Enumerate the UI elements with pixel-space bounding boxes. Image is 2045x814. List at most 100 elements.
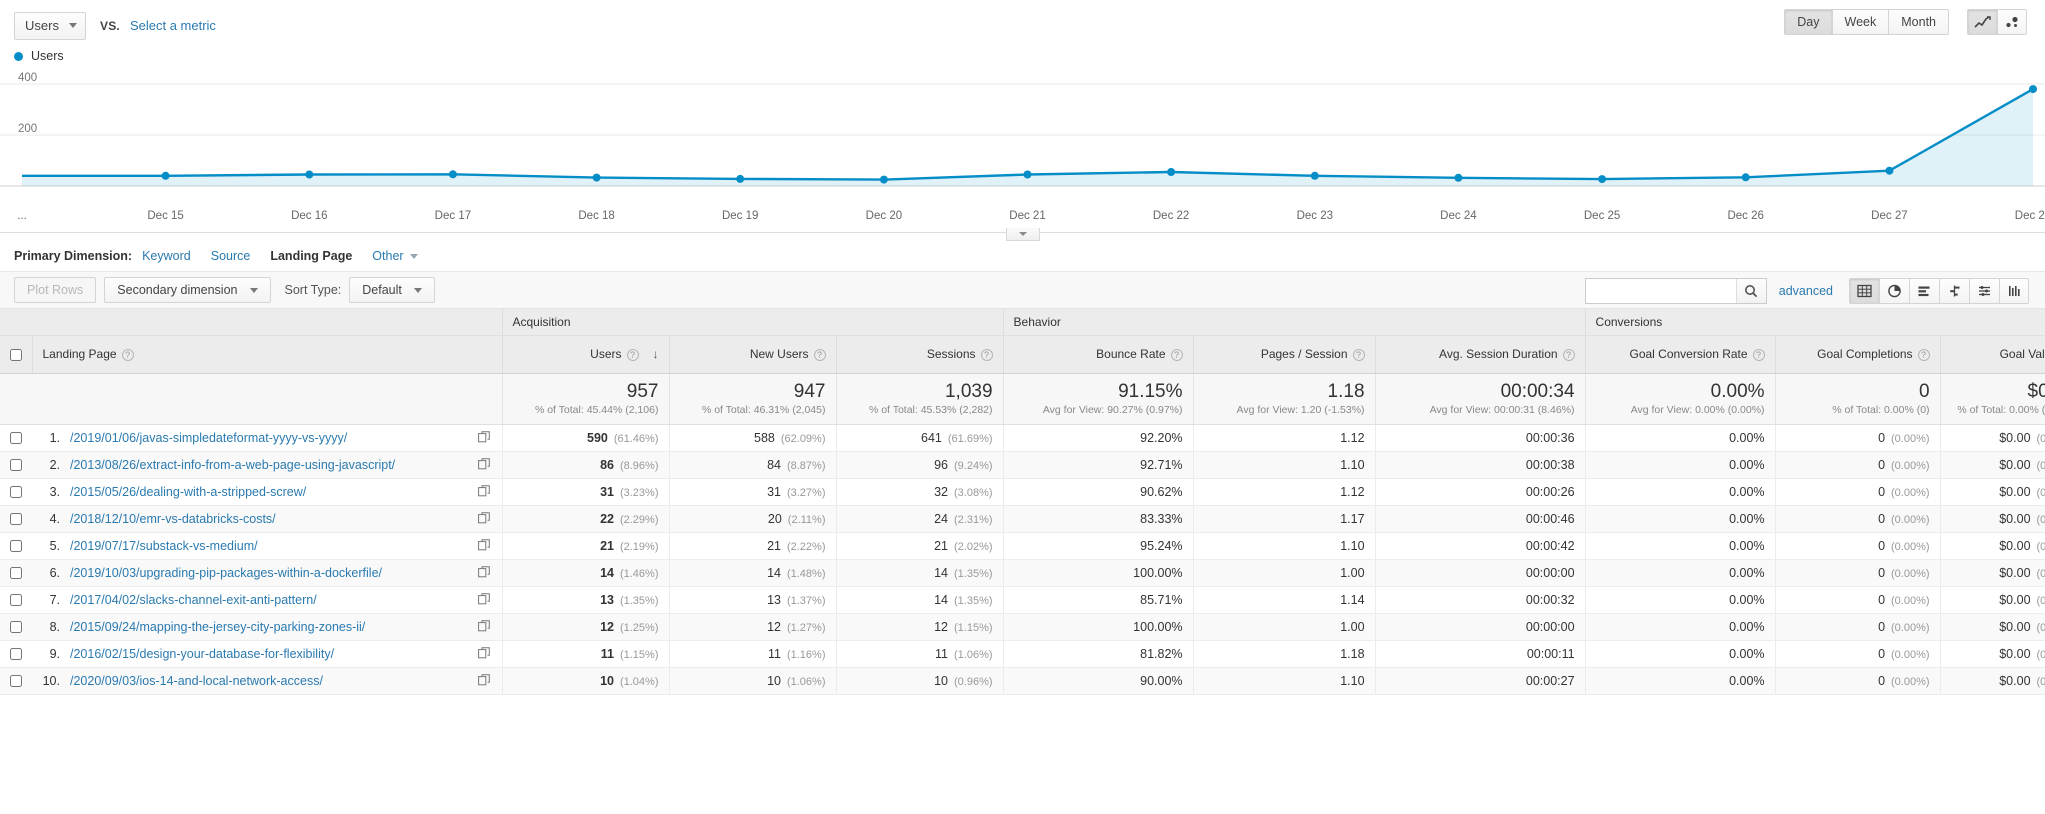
help-icon[interactable]: ? xyxy=(1917,348,1930,361)
select-all-checkbox[interactable] xyxy=(10,348,22,361)
motion-chart-icon[interactable] xyxy=(1997,9,2027,35)
table-row[interactable]: 2. /2013/08/26/extract-info-from-a-web-pa… xyxy=(0,451,2045,479)
header-sessions[interactable]: Sessions? xyxy=(835,335,1004,374)
table-row[interactable]: 3. /2015/05/26/dealing-with-a-stripped-sc… xyxy=(0,478,2045,506)
table-row[interactable]: 4. /2018/12/10/emr-vs-databricks-costs/22… xyxy=(0,505,2045,533)
search-input[interactable] xyxy=(1585,279,1736,303)
open-in-new-window-icon[interactable] xyxy=(477,430,490,446)
row-checkbox[interactable] xyxy=(10,540,22,553)
landing-page-link[interactable]: /2016/02/15/design-your-database-for-fle… xyxy=(70,647,334,661)
row-select-cell[interactable] xyxy=(0,559,32,587)
header-users[interactable]: Users? ↓ xyxy=(501,335,669,374)
landing-page-link[interactable]: /2020/09/03/ios-14-and-local-network-acc… xyxy=(70,674,323,688)
header-pages-session[interactable]: Pages / Session? xyxy=(1192,335,1376,374)
table-row[interactable]: 9. /2016/02/15/design-your-database-for-f… xyxy=(0,640,2045,668)
help-icon[interactable]: ? xyxy=(626,348,639,361)
header-sessions-label: Sessions xyxy=(926,347,976,361)
sort-type-select[interactable]: Default xyxy=(349,277,435,303)
row-select-cell[interactable] xyxy=(0,613,32,641)
row-select-cell[interactable] xyxy=(0,640,32,668)
landing-page-link[interactable]: /2019/10/03/upgrading-pip-packages-withi… xyxy=(70,566,382,580)
primary-dimension-keyword[interactable]: Keyword xyxy=(142,249,191,263)
header-goal-value[interactable]: Goal Value? xyxy=(1939,335,2045,374)
row-checkbox[interactable] xyxy=(10,621,22,634)
table-row[interactable]: 1. /2019/01/06/javas-simpledateformat-yyy… xyxy=(0,424,2045,452)
users-timeline-chart[interactable]: 400 200 ... Dec 15 Dec 16 Dec 17 Dec 18 … xyxy=(0,70,2045,241)
totals-avg-duration-sub: Avg for View: 00:00:31 (8.46%) xyxy=(1429,403,1575,416)
open-in-new-window-icon[interactable] xyxy=(477,619,490,635)
table-row[interactable]: 5. /2019/07/17/substack-vs-medium/21 (2.19… xyxy=(0,532,2045,560)
row-select-cell[interactable] xyxy=(0,586,32,614)
landing-page-link[interactable]: /2015/09/24/mapping-the-jersey-city-park… xyxy=(70,620,365,634)
percentage-view-icon[interactable] xyxy=(1999,278,2029,304)
open-in-new-window-icon[interactable] xyxy=(477,511,490,527)
row-checkbox[interactable] xyxy=(10,594,22,607)
open-in-new-window-icon[interactable] xyxy=(477,592,490,608)
chart-collapse-toggle[interactable] xyxy=(1005,228,1040,241)
select-all-header[interactable] xyxy=(0,335,32,374)
granularity-month-button[interactable]: Month xyxy=(1888,9,1949,35)
primary-dimension-landing-page[interactable]: Landing Page xyxy=(270,249,352,263)
help-icon[interactable]: ? xyxy=(813,348,826,361)
help-icon[interactable]: ? xyxy=(1562,348,1575,361)
row-checkbox[interactable] xyxy=(10,648,22,661)
metric-select-users[interactable]: Users xyxy=(14,11,86,40)
open-in-new-window-icon[interactable] xyxy=(477,457,490,473)
landing-page-link[interactable]: /2018/12/10/emr-vs-databricks-costs/ xyxy=(70,512,276,526)
secondary-dimension-button[interactable]: Secondary dimension xyxy=(104,277,271,303)
toolbar-right-group: advanced xyxy=(1584,278,2029,304)
landing-page-link[interactable]: /2019/01/06/javas-simpledateformat-yyyy-… xyxy=(70,431,347,445)
primary-dimension-other[interactable]: Other xyxy=(372,249,418,263)
table-row[interactable]: 8. /2015/09/24/mapping-the-jersey-city-pa… xyxy=(0,613,2045,641)
landing-page-link[interactable]: /2013/08/26/extract-info-from-a-web-page… xyxy=(70,458,395,472)
open-in-new-window-icon[interactable] xyxy=(477,646,490,662)
header-goal-conversion-rate[interactable]: Goal Conversion Rate? xyxy=(1584,335,1776,374)
header-new-users[interactable]: New Users? xyxy=(668,335,836,374)
header-goal-completions[interactable]: Goal Completions? xyxy=(1774,335,1941,374)
granularity-day-button[interactable]: Day xyxy=(1784,9,1832,35)
row-select-cell[interactable] xyxy=(0,478,32,506)
table-row[interactable]: 10. /2020/09/03/ios-14-and-local-network-… xyxy=(0,667,2045,695)
row-checkbox[interactable] xyxy=(10,486,22,499)
open-in-new-window-icon[interactable] xyxy=(477,565,490,581)
search-button[interactable] xyxy=(1735,279,1766,303)
header-bounce-rate[interactable]: Bounce Rate? xyxy=(1002,335,1194,374)
row-checkbox[interactable] xyxy=(10,675,22,688)
open-in-new-window-icon[interactable] xyxy=(477,538,490,554)
column-header-row: Landing Page? Users? ↓ New Users? Session… xyxy=(0,335,2045,374)
landing-page-link[interactable]: /2017/04/02/slacks-channel-exit-anti-pat… xyxy=(70,593,317,607)
row-select-cell[interactable] xyxy=(0,424,32,452)
row-select-cell[interactable] xyxy=(0,451,32,479)
table-row[interactable]: 7. /2017/04/02/slacks-channel-exit-anti-p… xyxy=(0,586,2045,614)
row-checkbox[interactable] xyxy=(10,432,22,445)
plot-rows-button[interactable]: Plot Rows xyxy=(14,277,97,303)
header-landing-page[interactable]: Landing Page? xyxy=(31,335,502,374)
landing-page-link[interactable]: /2015/05/26/dealing-with-a-stripped-scre… xyxy=(70,485,306,499)
select-a-metric-link[interactable]: Select a metric xyxy=(130,18,216,33)
help-icon[interactable]: ? xyxy=(1752,348,1765,361)
row-checkbox[interactable] xyxy=(10,567,22,580)
pivot-view-icon[interactable] xyxy=(1969,278,1999,304)
open-in-new-window-icon[interactable] xyxy=(477,484,490,500)
row-checkbox[interactable] xyxy=(10,513,22,526)
row-select-cell[interactable] xyxy=(0,667,32,695)
row-select-cell[interactable] xyxy=(0,505,32,533)
line-chart-icon[interactable] xyxy=(1967,9,1997,35)
help-icon[interactable]: ? xyxy=(121,348,134,361)
help-icon[interactable]: ? xyxy=(1352,348,1365,361)
header-avg-session-duration[interactable]: Avg. Session Duration? xyxy=(1374,335,1586,374)
comparison-view-icon[interactable] xyxy=(1939,278,1969,304)
table-row[interactable]: 6. /2019/10/03/upgrading-pip-packages-wit… xyxy=(0,559,2045,587)
advanced-link[interactable]: advanced xyxy=(1779,284,1833,298)
row-checkbox[interactable] xyxy=(10,459,22,472)
row-select-cell[interactable] xyxy=(0,532,32,560)
granularity-week-button[interactable]: Week xyxy=(1831,9,1889,35)
help-icon[interactable]: ? xyxy=(1170,348,1183,361)
primary-dimension-source[interactable]: Source xyxy=(211,249,251,263)
bar-view-icon[interactable] xyxy=(1909,278,1939,304)
pie-view-icon[interactable] xyxy=(1879,278,1909,304)
table-view-icon[interactable] xyxy=(1849,278,1879,304)
landing-page-link[interactable]: /2019/07/17/substack-vs-medium/ xyxy=(70,539,258,553)
open-in-new-window-icon[interactable] xyxy=(477,673,490,689)
help-icon[interactable]: ? xyxy=(980,348,993,361)
